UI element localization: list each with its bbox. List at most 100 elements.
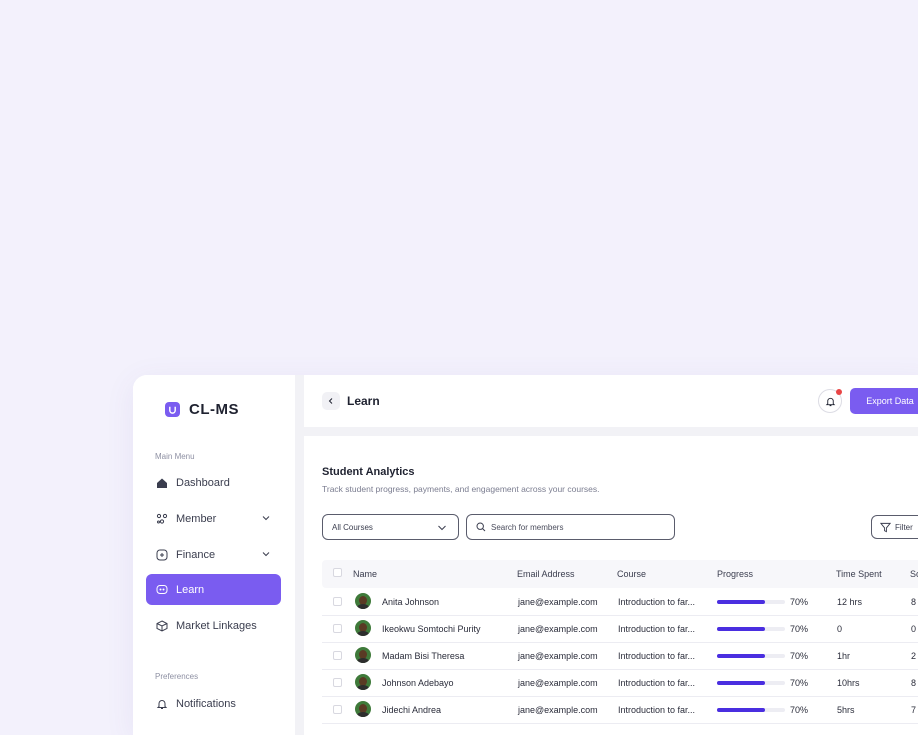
sidebar-item-market-linkages[interactable]: Market Linkages: [146, 610, 281, 641]
row-email: jane@example.com: [518, 624, 598, 634]
sidebar-item-label: Market Linkages: [176, 619, 257, 632]
row-email: jane@example.com: [518, 651, 598, 661]
row-score: 7: [911, 705, 917, 715]
row-course: Introduction to far...: [618, 678, 696, 688]
column-header-course[interactable]: Course: [617, 569, 646, 579]
row-score: 8: [911, 678, 917, 688]
row-time-spent: 12 hrs: [837, 597, 863, 607]
progress-bar-fill: [717, 708, 765, 712]
row-course: Introduction to far...: [618, 705, 696, 715]
avatar: [355, 620, 371, 636]
row-progress-label: 70%: [790, 624, 809, 634]
progress-bar: [717, 708, 785, 712]
sidebar-item-finance[interactable]: Finance: [146, 539, 281, 570]
row-progress-label: 70%: [790, 678, 809, 688]
course-select-value: All Courses: [332, 522, 373, 532]
progress-bar: [717, 681, 785, 685]
row-course: Introduction to far...: [618, 624, 696, 634]
row-name: Jidechi Andrea: [382, 705, 442, 715]
row-time-spent: 5hrs: [837, 705, 855, 715]
home-icon: [156, 477, 168, 489]
chevron-down-icon[interactable]: [261, 513, 271, 526]
sidebar-item-label: Notifications: [176, 697, 236, 710]
avatar: [355, 593, 371, 609]
members-icon: [156, 513, 168, 525]
table-row[interactable]: Ikeokwu Somtochi Purity jane@example.com I…: [322, 615, 918, 643]
filter-label: Filter: [895, 522, 913, 532]
row-time-spent: 0: [837, 624, 843, 634]
sidebar-item-label: Dashboard: [176, 476, 230, 489]
row-name: Ikeokwu Somtochi Purity: [382, 624, 481, 634]
row-checkbox[interactable]: [333, 651, 342, 660]
table-row[interactable]: Johnson Adebayo jane@example.com Introduct…: [322, 669, 918, 697]
preferences-label: Preferences: [155, 672, 199, 681]
row-email: jane@example.com: [518, 678, 598, 688]
row-score: 2: [911, 651, 917, 661]
row-checkbox[interactable]: [333, 624, 342, 633]
sidebar-item-label: Member: [176, 512, 217, 525]
progress-bar: [717, 600, 785, 604]
table-row[interactable]: Anita Johnson jane@example.com Introductio…: [322, 588, 918, 616]
search-box[interactable]: [466, 514, 675, 540]
select-all-checkbox[interactable]: [333, 568, 342, 577]
chevron-down-icon[interactable]: [261, 549, 271, 562]
main-area: Learn Export Data Student Analytics Trac…: [304, 375, 918, 735]
row-name: Madam Bisi Theresa: [382, 651, 465, 661]
row-name: Johnson Adebayo: [382, 678, 454, 688]
page-title: Learn: [347, 394, 380, 408]
row-checkbox[interactable]: [333, 678, 342, 687]
export-data-button[interactable]: Export Data: [850, 388, 918, 414]
cube-icon: [156, 619, 168, 632]
row-score: 8: [911, 597, 917, 607]
row-time-spent: 10hrs: [837, 678, 860, 688]
row-score: 0: [911, 624, 917, 634]
section-title: Student Analytics: [322, 466, 415, 478]
column-header-name[interactable]: Name: [353, 569, 377, 579]
filter-button[interactable]: Filter: [871, 515, 918, 539]
row-progress-label: 70%: [790, 651, 809, 661]
sidebar-item-notifications[interactable]: Notifications: [146, 688, 281, 719]
back-button[interactable]: [322, 392, 340, 410]
bell-icon: [825, 397, 835, 406]
table-row[interactable]: Jidechi Andrea jane@example.com Introducti…: [322, 696, 918, 724]
filter-icon: [880, 522, 891, 532]
app-window: CL-MS Main Menu Dashboard Member Finance: [133, 375, 918, 735]
progress-bar-fill: [717, 627, 765, 631]
logo-icon: [165, 402, 180, 417]
sidebar: CL-MS Main Menu Dashboard Member Finance: [133, 375, 305, 735]
chat-icon: [156, 584, 168, 596]
student-analytics-panel: Student Analytics Track student progress…: [304, 436, 918, 735]
app-name: CL-MS: [189, 401, 239, 418]
column-header-score[interactable]: Sc: [910, 569, 918, 579]
table-header: Name Email Address Course Progress Time …: [322, 560, 918, 588]
notification-dot: [836, 389, 842, 395]
chevron-left-icon: [328, 398, 333, 404]
row-progress-label: 70%: [790, 597, 809, 607]
main-menu-label: Main Menu: [155, 452, 195, 461]
section-subtitle: Track student progress, payments, and en…: [322, 484, 600, 494]
column-header-email[interactable]: Email Address: [517, 569, 575, 579]
notifications-button[interactable]: [818, 389, 842, 413]
progress-bar-fill: [717, 600, 765, 604]
row-checkbox[interactable]: [333, 705, 342, 714]
course-select[interactable]: All Courses: [322, 514, 459, 540]
chevron-down-icon: [437, 523, 447, 535]
sidebar-item-dashboard[interactable]: Dashboard: [146, 467, 281, 498]
row-course: Introduction to far...: [618, 651, 696, 661]
search-input[interactable]: [491, 522, 661, 532]
row-checkbox[interactable]: [333, 597, 342, 606]
sidebar-item-label: Finance: [176, 548, 216, 561]
search-icon: [476, 522, 486, 532]
row-name: Anita Johnson: [382, 597, 440, 607]
app-logo[interactable]: CL-MS: [165, 401, 239, 418]
sidebar-item-label: Learn: [176, 583, 205, 596]
sidebar-item-learn[interactable]: Learn: [146, 574, 281, 605]
column-header-progress[interactable]: Progress: [717, 569, 753, 579]
progress-bar-fill: [717, 654, 765, 658]
bell-icon: [156, 698, 168, 710]
sidebar-item-member[interactable]: Member: [146, 503, 281, 534]
table-row[interactable]: Madam Bisi Theresa jane@example.com Introd…: [322, 642, 918, 670]
column-header-time-spent[interactable]: Time Spent: [836, 569, 882, 579]
avatar: [355, 701, 371, 717]
row-course: Introduction to far...: [618, 597, 696, 607]
